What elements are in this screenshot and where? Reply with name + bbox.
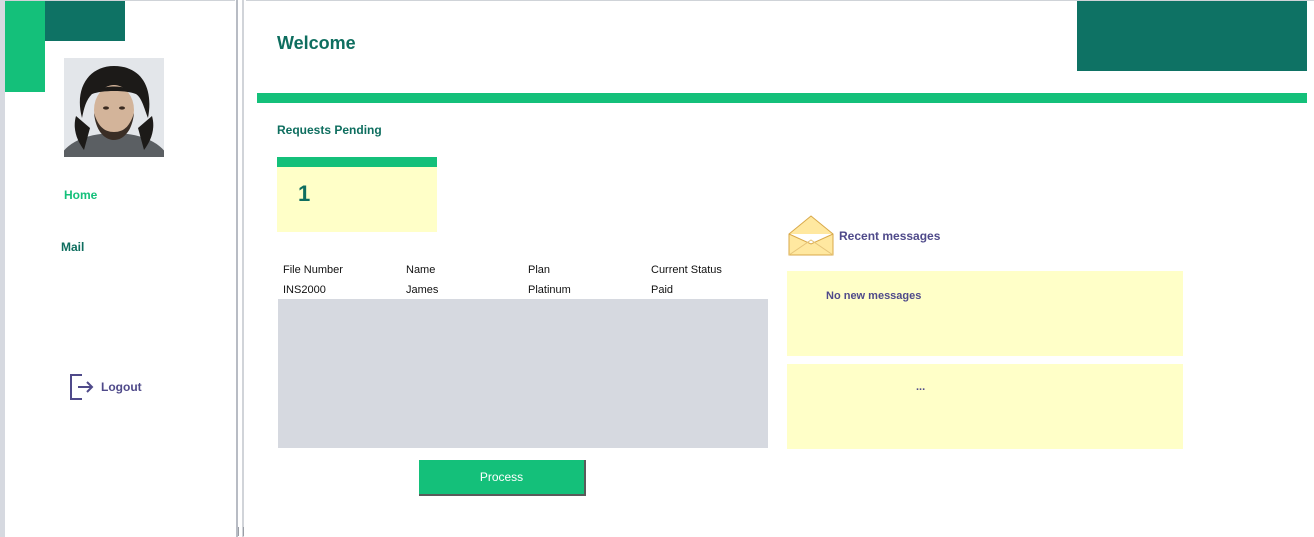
- table-empty-area: [278, 299, 768, 448]
- table-header-row: File Number Name Plan Current Status: [278, 262, 768, 280]
- cell-plan: Platinum: [528, 284, 571, 296]
- cell-current-status: Paid: [651, 284, 674, 296]
- requests-count: 1: [298, 181, 311, 206]
- cell-file-number: INS2000: [283, 284, 326, 296]
- sidebar-splitter[interactable]: [235, 0, 246, 537]
- sidebar-item-mail[interactable]: Mail: [61, 240, 84, 254]
- process-button[interactable]: Process: [419, 460, 586, 496]
- table-row[interactable]: INS2000 James Platinum Paid: [278, 282, 768, 300]
- envelope-icon: [788, 215, 834, 256]
- logout-button[interactable]: Logout: [69, 373, 142, 401]
- requests-table[interactable]: File Number Name Plan Current Status INS…: [278, 262, 768, 448]
- app-window: Home Mail Logout Welcome Requests Pendin…: [0, 0, 1314, 537]
- splitter-line: [242, 0, 244, 537]
- message-card[interactable]: No new messages: [787, 271, 1183, 356]
- column-header-plan[interactable]: Plan: [528, 264, 550, 276]
- sidebar: Home Mail Logout: [5, 1, 235, 537]
- requests-pending-title: Requests Pending: [277, 123, 382, 137]
- avatar: [64, 58, 164, 157]
- recent-messages-title: Recent messages: [839, 229, 941, 243]
- splitter-grip[interactable]: [238, 527, 244, 536]
- column-header-file-number[interactable]: File Number: [283, 264, 343, 276]
- sidebar-decoration-light: [5, 1, 45, 92]
- header-decoration: [1077, 1, 1307, 71]
- card-accent-band: [277, 157, 437, 167]
- logout-label: Logout: [101, 380, 142, 394]
- message-text: ...: [916, 381, 926, 393]
- column-header-name[interactable]: Name: [406, 264, 435, 276]
- column-header-current-status[interactable]: Current Status: [651, 264, 722, 276]
- header-divider-bar: [257, 93, 1307, 103]
- message-text: No new messages: [826, 290, 922, 302]
- message-card[interactable]: ...: [787, 364, 1183, 449]
- sidebar-decoration-dark: [45, 1, 125, 41]
- logout-icon: [70, 374, 94, 400]
- requests-count-card: 1: [277, 157, 437, 232]
- cell-name: James: [406, 284, 439, 296]
- sidebar-item-home[interactable]: Home: [64, 188, 97, 202]
- page-title: Welcome: [277, 33, 356, 53]
- splitter-line: [236, 0, 238, 537]
